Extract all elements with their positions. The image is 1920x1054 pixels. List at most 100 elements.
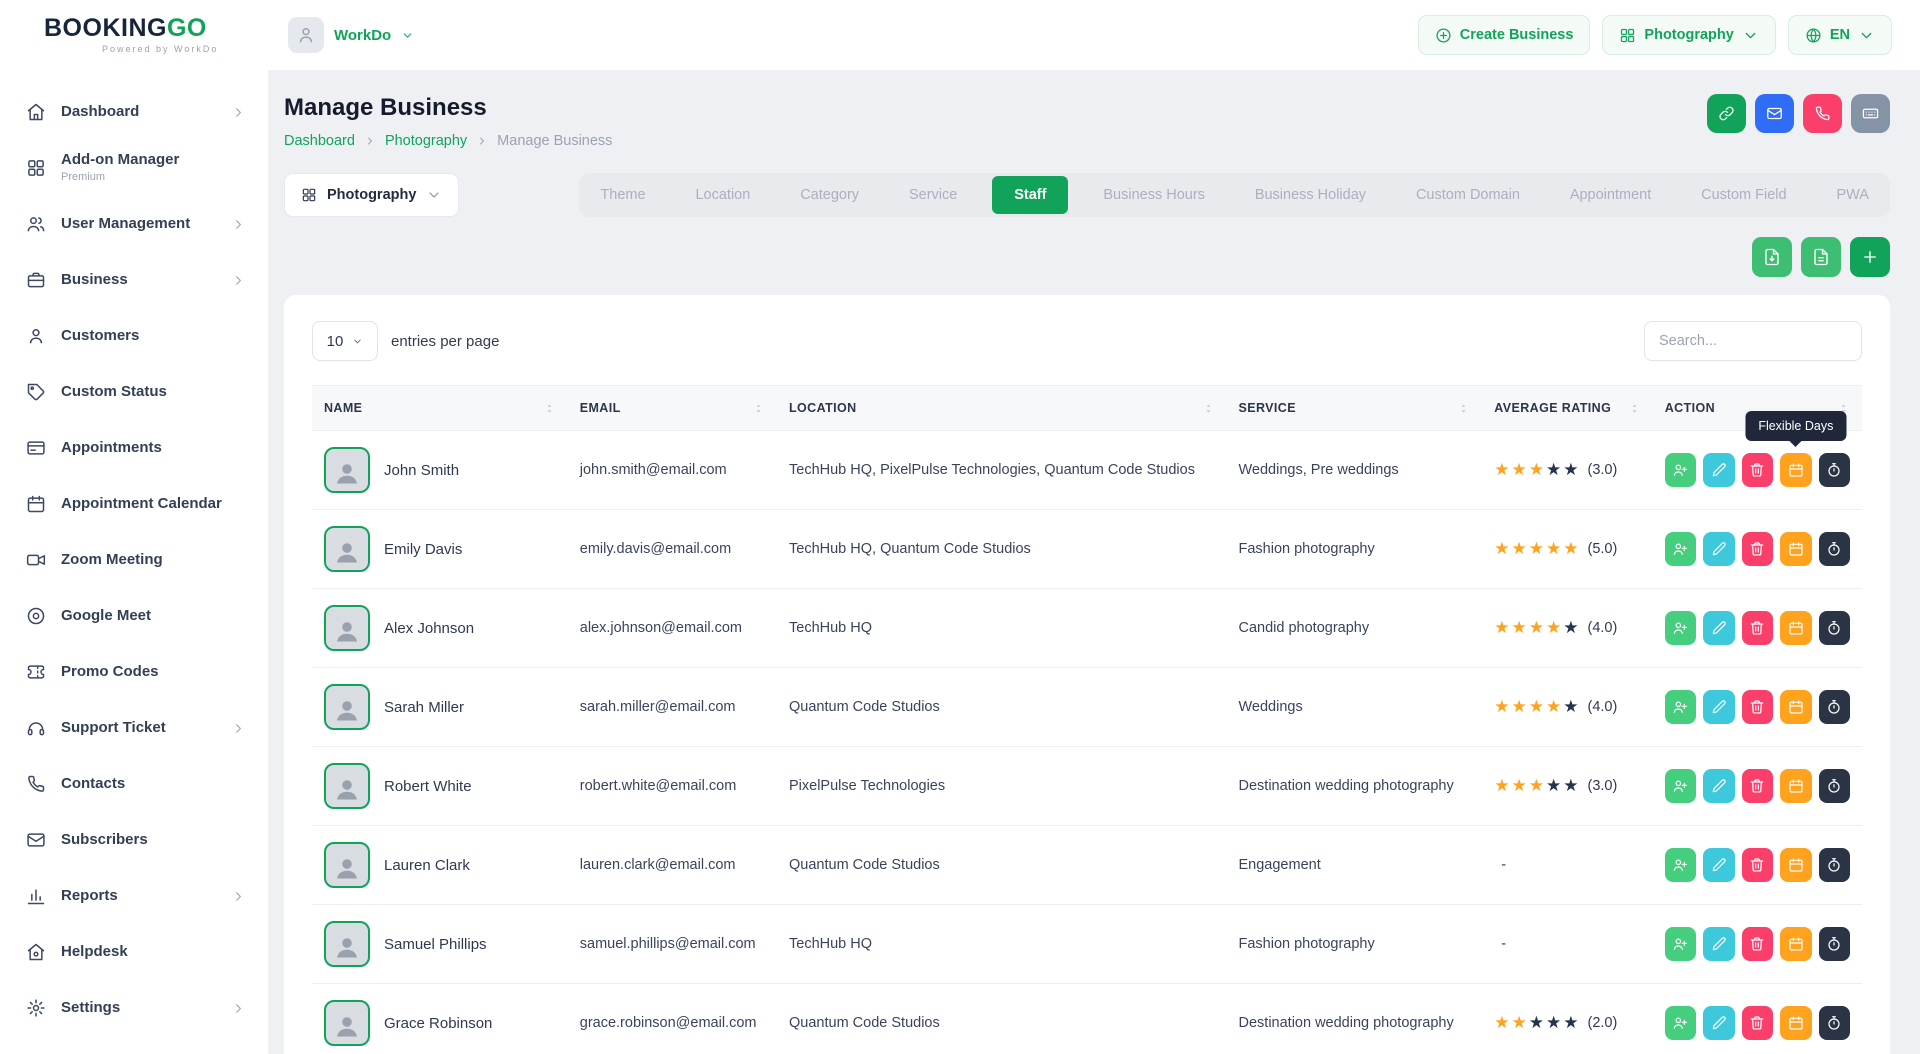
tab-staff[interactable]: Staff — [992, 176, 1068, 214]
rating-stars: ★★★★★ — [1494, 618, 1580, 638]
sidebar-item-google-meet[interactable]: Google Meet — [0, 588, 268, 644]
assign-user-button[interactable] — [1665, 611, 1696, 645]
edit-button[interactable] — [1703, 690, 1734, 724]
working-hours-button[interactable] — [1819, 690, 1850, 724]
delete-button[interactable] — [1742, 611, 1773, 645]
email-button[interactable] — [1755, 94, 1794, 133]
link-button[interactable] — [1707, 94, 1746, 133]
file-button[interactable] — [1801, 237, 1841, 277]
entries-select[interactable]: 10 — [312, 321, 378, 361]
working-hours-button[interactable] — [1819, 848, 1850, 882]
flexible-days-button[interactable] — [1780, 848, 1811, 882]
column-service[interactable]: SERVICE — [1239, 401, 1296, 415]
chevron-right-icon — [476, 135, 488, 147]
edit-button[interactable] — [1703, 453, 1734, 487]
edit-button[interactable] — [1703, 611, 1734, 645]
delete-button[interactable] — [1742, 927, 1773, 961]
sort-icon[interactable] — [1202, 402, 1215, 415]
sidebar-item-appointment-calendar[interactable]: Appointment Calendar — [0, 476, 268, 532]
working-hours-button[interactable] — [1819, 611, 1850, 645]
working-hours-button[interactable] — [1819, 1006, 1850, 1040]
sidebar-item-business[interactable]: Business — [0, 252, 268, 308]
workspace-switcher[interactable]: WorkDo — [288, 17, 414, 53]
keyboard-button[interactable] — [1851, 94, 1890, 133]
sidebar-item-dashboard[interactable]: Dashboard — [0, 84, 268, 140]
edit-button[interactable] — [1703, 927, 1734, 961]
column-name[interactable]: NAME — [324, 401, 362, 415]
add-staff-button[interactable] — [1850, 237, 1890, 277]
edit-button[interactable] — [1703, 848, 1734, 882]
assign-user-button[interactable] — [1665, 1006, 1696, 1040]
sidebar-item-promo-codes[interactable]: Promo Codes — [0, 644, 268, 700]
tab-custom-domain[interactable]: Custom Domain — [1401, 176, 1535, 214]
assign-user-button[interactable] — [1665, 532, 1696, 566]
column-average-rating[interactable]: AVERAGE RATING — [1494, 401, 1611, 415]
flexible-days-button[interactable]: Flexible Days — [1780, 453, 1811, 487]
working-hours-button[interactable] — [1819, 532, 1850, 566]
export-button[interactable] — [1752, 237, 1792, 277]
edit-button[interactable] — [1703, 1006, 1734, 1040]
sidebar-item-customers[interactable]: Customers — [0, 308, 268, 364]
tab-custom-field[interactable]: Custom Field — [1686, 176, 1801, 214]
delete-button[interactable] — [1742, 769, 1773, 803]
delete-button[interactable] — [1742, 453, 1773, 487]
business-selector-dropdown[interactable]: Photography — [1602, 15, 1775, 55]
business-filter-dropdown[interactable]: Photography — [284, 173, 459, 217]
tab-location[interactable]: Location — [680, 176, 765, 214]
assign-user-button[interactable] — [1665, 769, 1696, 803]
sidebar-item-settings[interactable]: Settings — [0, 980, 268, 1036]
working-hours-button[interactable] — [1819, 927, 1850, 961]
tab-business-hours[interactable]: Business Hours — [1088, 176, 1220, 214]
flexible-days-button[interactable] — [1780, 1006, 1811, 1040]
flexible-days-button[interactable] — [1780, 690, 1811, 724]
sidebar-item-subscribers[interactable]: Subscribers — [0, 812, 268, 868]
search-input[interactable] — [1644, 321, 1862, 361]
sort-icon[interactable] — [543, 402, 556, 415]
sidebar-item-appointments[interactable]: Appointments — [0, 420, 268, 476]
call-button[interactable] — [1803, 94, 1842, 133]
sort-icon[interactable] — [1457, 402, 1470, 415]
flexible-days-button[interactable] — [1780, 532, 1811, 566]
flexible-days-button[interactable] — [1780, 769, 1811, 803]
sidebar-item-user-management[interactable]: User Management — [0, 196, 268, 252]
assign-user-button[interactable] — [1665, 690, 1696, 724]
assign-user-button[interactable] — [1665, 848, 1696, 882]
edit-button[interactable] — [1703, 532, 1734, 566]
working-hours-button[interactable] — [1819, 769, 1850, 803]
assign-user-button[interactable] — [1665, 453, 1696, 487]
user-icon — [296, 25, 316, 45]
flexible-days-button[interactable] — [1780, 611, 1811, 645]
sort-icon[interactable] — [1628, 402, 1641, 415]
breadcrumb-dashboard[interactable]: Dashboard — [284, 133, 355, 149]
tab-appointment[interactable]: Appointment — [1555, 176, 1666, 214]
sidebar-item-helpdesk[interactable]: Helpdesk — [0, 924, 268, 980]
column-email[interactable]: EMAIL — [580, 401, 621, 415]
sidebar-item-support-ticket[interactable]: Support Ticket — [0, 700, 268, 756]
delete-button[interactable] — [1742, 848, 1773, 882]
breadcrumb-photography[interactable]: Photography — [385, 133, 467, 149]
language-selector[interactable]: EN — [1788, 15, 1892, 55]
rating-stars: ★★★★★ — [1494, 1013, 1580, 1033]
sidebar-item-custom-status[interactable]: Custom Status — [0, 364, 268, 420]
assign-user-button[interactable] — [1665, 927, 1696, 961]
delete-button[interactable] — [1742, 1006, 1773, 1040]
tab-theme[interactable]: Theme — [585, 176, 660, 214]
star-filled-icon: ★ — [1512, 697, 1529, 717]
sidebar-item-addon-manager[interactable]: Add-on ManagerPremium — [0, 140, 268, 196]
delete-button[interactable] — [1742, 532, 1773, 566]
tab-service[interactable]: Service — [894, 176, 972, 214]
flexible-days-button[interactable] — [1780, 927, 1811, 961]
brand-logo[interactable]: BOOKINGGO Powered by WorkDo — [44, 16, 268, 54]
delete-button[interactable] — [1742, 690, 1773, 724]
create-business-button[interactable]: Create Business — [1418, 15, 1591, 55]
tab-pwa[interactable]: PWA — [1821, 176, 1884, 214]
column-location[interactable]: LOCATION — [789, 401, 857, 415]
sidebar-item-zoom-meeting[interactable]: Zoom Meeting — [0, 532, 268, 588]
tab-category[interactable]: Category — [785, 176, 874, 214]
working-hours-button[interactable] — [1819, 453, 1850, 487]
sidebar-item-contacts[interactable]: Contacts — [0, 756, 268, 812]
sidebar-item-reports[interactable]: Reports — [0, 868, 268, 924]
tab-business-holiday[interactable]: Business Holiday — [1240, 176, 1381, 214]
edit-button[interactable] — [1703, 769, 1734, 803]
sort-icon[interactable] — [752, 402, 765, 415]
